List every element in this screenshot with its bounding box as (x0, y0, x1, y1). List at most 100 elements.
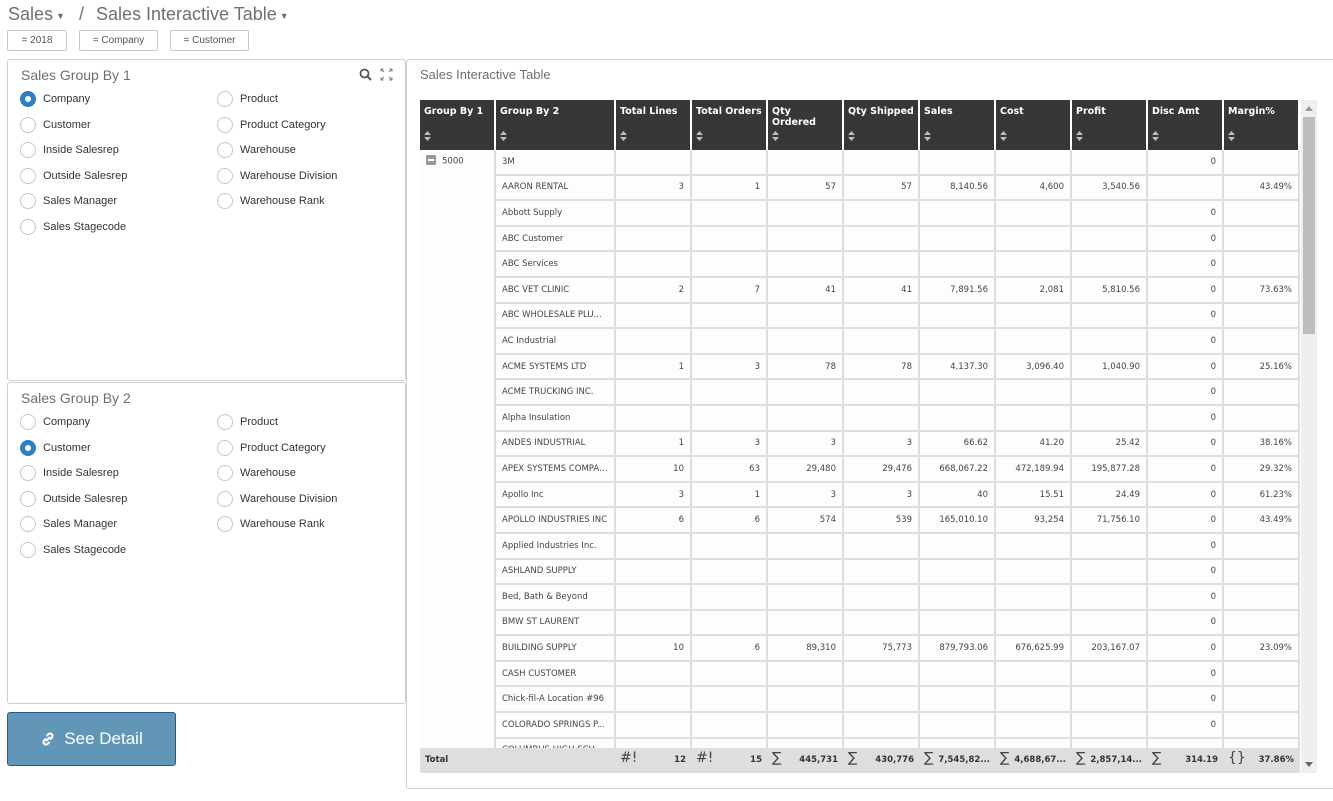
radio-option[interactable]: Outside Salesrep (20, 167, 127, 184)
column-header[interactable]: Total Orders (692, 100, 768, 150)
radio-option[interactable]: Product Category (217, 439, 326, 456)
aggregate-icon[interactable]: ∑ (1000, 750, 1009, 766)
radio-option[interactable]: Inside Salesrep (20, 465, 119, 482)
table-row[interactable]: Chick-fil-A Location #96 0 (420, 687, 1300, 714)
radio-selected-icon[interactable] (20, 91, 36, 107)
column-header[interactable]: Group By 2 (496, 100, 616, 150)
chevron-down-icon[interactable]: ▼ (56, 11, 65, 21)
sort-icon[interactable] (499, 130, 508, 145)
see-detail-button[interactable]: See Detail (7, 712, 176, 766)
column-header[interactable]: Disc Amt (1148, 100, 1224, 150)
table-vertical-scrollbar[interactable] (1301, 100, 1317, 773)
radio-option[interactable]: Sales Stagecode (20, 542, 126, 558)
radio-unselected-icon[interactable] (217, 414, 233, 430)
column-header[interactable]: Cost (996, 100, 1072, 150)
collapse-icon[interactable] (426, 155, 436, 165)
table-row[interactable]: COLORADO SPRINGS P... 0 (420, 713, 1300, 739)
table-row[interactable]: Abbott Supply 0 (420, 201, 1300, 227)
radio-option[interactable]: Warehouse (217, 142, 296, 159)
filter-chip-year[interactable]: = 2018 (7, 30, 67, 51)
table-row[interactable]: CASH CUSTOMER 0 (420, 661, 1300, 688)
sort-icon[interactable] (1227, 130, 1236, 145)
radio-selected-icon[interactable] (20, 439, 36, 456)
radio-unselected-icon[interactable] (217, 439, 233, 456)
radio-option[interactable]: Product (217, 414, 278, 430)
radio-unselected-icon[interactable] (20, 542, 36, 558)
table-row[interactable]: BUILDING SUPPLY 10 6 89,310 75,773 879,793.06… (420, 636, 1300, 662)
radio-option[interactable]: Warehouse Rank (217, 516, 325, 533)
table-row[interactable]: Apollo Inc 3 1 3 3 40 15.51 24.49 0 61.23% (420, 482, 1300, 509)
column-header[interactable]: Qty Shipped (844, 100, 920, 150)
table-row[interactable]: AC Industrial 0 (420, 329, 1300, 355)
radio-unselected-icon[interactable] (217, 193, 233, 210)
column-header[interactable]: Qty Ordered (768, 100, 844, 150)
radio-unselected-icon[interactable] (20, 516, 36, 533)
radio-unselected-icon[interactable] (20, 193, 36, 210)
radio-option[interactable]: Warehouse Rank (217, 193, 325, 210)
radio-option[interactable]: Warehouse (217, 465, 296, 482)
radio-unselected-icon[interactable] (20, 167, 36, 184)
radio-option[interactable]: Company (20, 414, 90, 430)
column-header[interactable]: Group By 1 (420, 100, 496, 150)
radio-option[interactable]: Sales Stagecode (20, 219, 126, 235)
radio-unselected-icon[interactable] (217, 465, 233, 482)
aggregate-icon[interactable]: #! (696, 750, 713, 766)
sort-icon[interactable] (771, 130, 780, 145)
table-row[interactable]: AARON RENTAL 3 1 57 57 8,140.56 4,600 3,540.56 4… (420, 175, 1300, 202)
radio-unselected-icon[interactable] (217, 167, 233, 184)
table-row[interactable]: Applied Industries Inc. 0 (420, 533, 1300, 560)
table-row[interactable]: Bed, Bath & Beyond 0 (420, 585, 1300, 611)
column-header[interactable]: Profit (1072, 100, 1148, 150)
scroll-down-icon[interactable] (1305, 762, 1313, 767)
radio-unselected-icon[interactable] (20, 465, 36, 482)
radio-unselected-icon[interactable] (217, 91, 233, 107)
column-header[interactable]: Margin% (1224, 100, 1300, 150)
radio-option[interactable]: Product (217, 91, 278, 107)
table-row[interactable]: ACME SYSTEMS LTD 1 3 78 78 4,137.30 3,096.40 1,… (420, 354, 1300, 381)
radio-option[interactable]: Outside Salesrep (20, 490, 127, 507)
radio-option[interactable]: Warehouse Division (217, 167, 337, 184)
breadcrumb-current[interactable]: Sales Interactive Table (96, 4, 277, 25)
breadcrumb-root[interactable]: Sales (8, 4, 53, 25)
aggregate-icon[interactable]: {} (1228, 750, 1246, 766)
aggregate-icon[interactable]: #! (620, 750, 637, 766)
filter-chip-group1[interactable]: = Company (79, 30, 158, 51)
sort-icon[interactable] (923, 130, 932, 145)
radio-unselected-icon[interactable] (20, 116, 36, 133)
table-row[interactable]: ANDES INDUSTRIAL 1 3 3 3 66.62 41.20 25.42 0 38.1… (420, 431, 1300, 458)
sort-icon[interactable] (999, 130, 1008, 145)
table-row[interactable]: ABC WHOLESALE PLU... 0 (420, 303, 1300, 330)
column-header[interactable]: Total Lines (616, 100, 692, 150)
table-row[interactable]: ABC Customer 0 (420, 226, 1300, 253)
radio-unselected-icon[interactable] (217, 516, 233, 533)
sort-icon[interactable] (1151, 130, 1160, 145)
chevron-down-icon[interactable]: ▼ (280, 11, 289, 21)
radio-unselected-icon[interactable] (20, 219, 36, 235)
aggregate-icon[interactable]: ∑ (1152, 750, 1161, 766)
radio-unselected-icon[interactable] (20, 490, 36, 507)
radio-option[interactable]: Customer (20, 116, 91, 133)
scrollbar-thumb[interactable] (1303, 117, 1315, 334)
table-row[interactable]: ABC VET CLINIC 2 7 41 41 7,891.56 2,081 5,810.5… (420, 277, 1300, 304)
table-row[interactable]: APOLLO INDUSTRIES INC 6 6 574 539 165,010.10 9… (420, 508, 1300, 534)
radio-option[interactable]: Sales Manager (20, 516, 117, 533)
filter-chip-group2[interactable]: = Customer (170, 30, 249, 51)
sort-icon[interactable] (619, 130, 628, 145)
radio-option[interactable]: Warehouse Division (217, 490, 337, 507)
table-row[interactable]: Alpha Insulation 0 (420, 405, 1300, 432)
sort-icon[interactable] (1075, 130, 1084, 145)
sort-icon[interactable] (847, 130, 856, 145)
radio-unselected-icon[interactable] (217, 490, 233, 507)
radio-unselected-icon[interactable] (217, 142, 233, 159)
expand-icon[interactable] (380, 68, 393, 86)
table-row[interactable]: BMW ST LAURENT 0 (420, 610, 1300, 637)
aggregate-icon[interactable]: ∑ (848, 750, 857, 766)
aggregate-icon[interactable]: ∑ (772, 750, 781, 766)
radio-unselected-icon[interactable] (20, 142, 36, 159)
search-icon[interactable] (359, 68, 372, 86)
table-row[interactable]: APEX SYSTEMS COMPANY 10 63 29,480 29,476 668,… (420, 457, 1300, 483)
table-row[interactable]: 5000 3M 0 (420, 150, 1300, 765)
table-row[interactable]: ASHLAND SUPPLY 0 (420, 559, 1300, 586)
aggregate-icon[interactable]: ∑ (924, 750, 933, 766)
radio-option[interactable]: Sales Manager (20, 193, 117, 210)
